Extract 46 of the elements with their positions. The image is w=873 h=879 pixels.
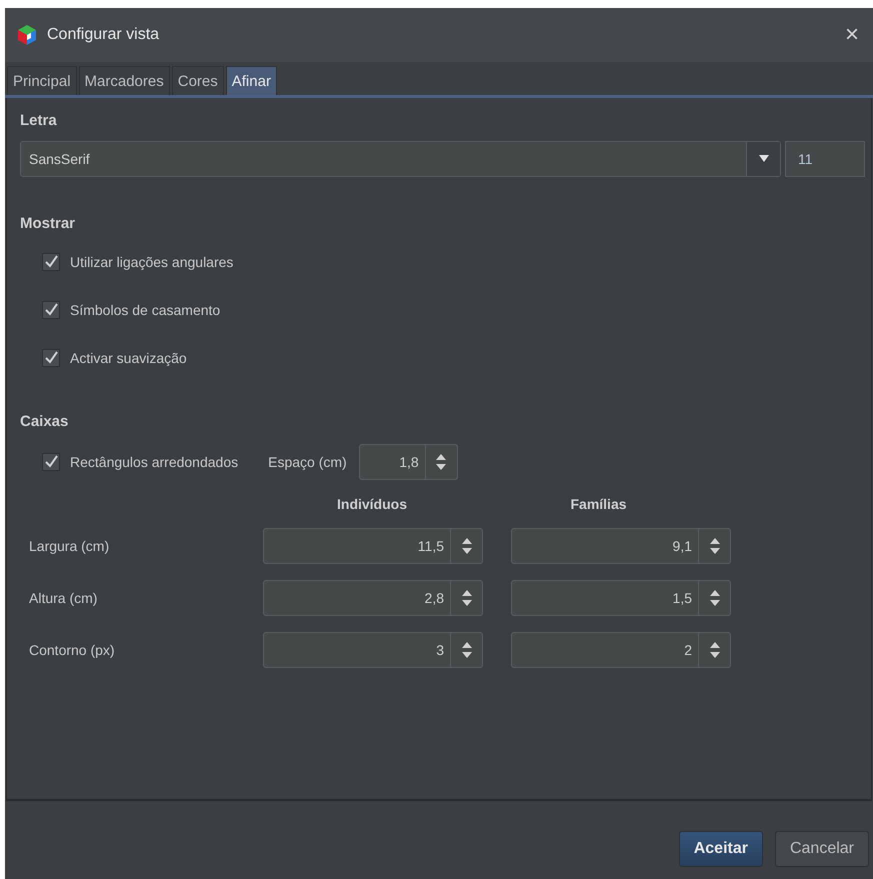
font-size-field[interactable]: 11 — [785, 141, 865, 177]
field-label: Largura (cm) — [29, 538, 110, 554]
up-down-arrows-icon[interactable] — [708, 641, 720, 659]
up-down-arrows-icon[interactable] — [460, 589, 472, 607]
accept-button[interactable]: Aceitar — [678, 831, 763, 867]
font-dropdown[interactable]: SansSerif — [20, 141, 781, 177]
spinner-field[interactable]: 1,5 — [511, 580, 731, 616]
tab[interactable]: Afinar — [226, 66, 277, 95]
spinner-field[interactable]: 2 — [511, 632, 731, 668]
tab[interactable]: Cores — [172, 66, 224, 95]
section-heading: Mostrar — [20, 215, 76, 232]
spinner-field[interactable]: 3 — [263, 632, 483, 668]
up-down-arrows-icon[interactable] — [708, 537, 720, 555]
up-down-arrows-icon[interactable] — [435, 453, 448, 471]
window-title: Configurar vista — [47, 26, 160, 44]
spinner-field[interactable]: 9,1 — [511, 528, 731, 564]
up-down-arrows-icon[interactable] — [460, 537, 472, 555]
checkbox-label: Utilizar ligações angulares — [70, 254, 234, 270]
up-down-arrows-icon[interactable] — [460, 641, 472, 659]
checkbox[interactable] — [42, 349, 60, 367]
field-label: Altura (cm) — [29, 590, 98, 606]
checkbox[interactable] — [42, 453, 60, 471]
section-heading: Letra — [20, 112, 58, 129]
tab[interactable]: Marcadores — [78, 66, 170, 95]
cancel-button[interactable]: Cancelar — [774, 831, 869, 867]
cube-logo-icon — [17, 24, 37, 46]
checkmark-icon — [44, 351, 58, 365]
close-button[interactable]: × — [840, 21, 863, 49]
spacing-label: Espaço (cm) — [268, 454, 347, 470]
checkmark-icon — [44, 455, 58, 469]
checkbox-label: Rectângulos arredondados — [70, 454, 238, 470]
checkmark-icon — [44, 255, 58, 269]
checkbox-label: Símbolos de casamento — [70, 302, 220, 318]
tab[interactable]: Principal — [7, 66, 77, 95]
checkbox[interactable] — [42, 253, 60, 271]
spinner-field[interactable]: 1,8 — [358, 444, 458, 480]
column-heading: Famílias — [570, 496, 627, 512]
checkbox[interactable] — [42, 301, 60, 319]
column-heading: Indivíduos — [337, 496, 407, 512]
up-down-arrows-icon[interactable] — [708, 589, 720, 607]
spinner-field[interactable]: 11,5 — [263, 528, 483, 564]
section-heading: Caixas — [20, 413, 70, 430]
checkmark-icon — [44, 303, 58, 317]
field-label: Contorno (px) — [29, 642, 116, 658]
spinner-field[interactable]: 2,8 — [263, 580, 483, 616]
checkbox-label: Activar suavização — [70, 350, 187, 366]
